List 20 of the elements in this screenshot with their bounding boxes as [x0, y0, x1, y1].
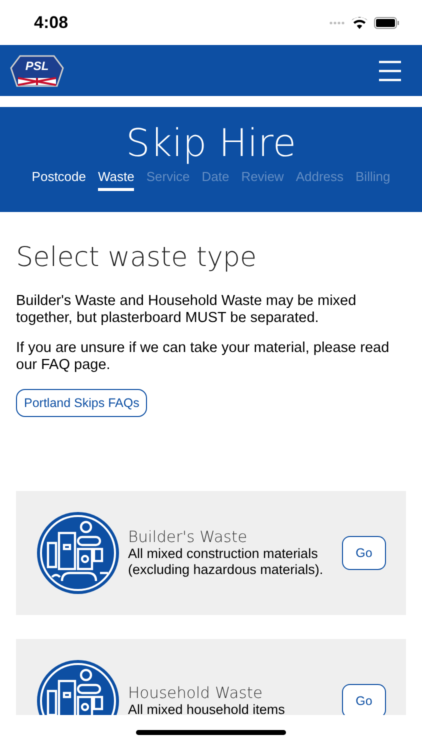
- wifi-icon: [351, 16, 368, 28]
- menu-icon[interactable]: [378, 60, 402, 82]
- company-logo[interactable]: PSL: [10, 54, 64, 88]
- info-paragraph: If you are unsure if we can take your material, please read our FAQ page.: [16, 340, 390, 374]
- go-button[interactable]: Go: [342, 536, 386, 570]
- waste-type-description: All mixed construction materials (excluding hazardous materials).: [128, 546, 324, 578]
- step-tab[interactable]: Waste: [98, 169, 134, 191]
- cellular-signal-icon: [329, 20, 345, 24]
- info-paragraph: Builder's Waste and Household Waste may be mixed together, but plasterboard MUST be separated.: [16, 293, 358, 327]
- waste-items-icon: [36, 511, 120, 595]
- waste-type-name: Household Waste: [128, 684, 264, 702]
- page-title: Skip Hire: [126, 121, 296, 165]
- step-tab[interactable]: Postcode: [32, 169, 86, 191]
- clock-time: 4:08: [34, 12, 68, 32]
- waste-type-description: All mixed household items: [128, 702, 286, 715]
- section-heading: Select waste type: [16, 242, 258, 273]
- battery-icon: [374, 16, 400, 28]
- waste-type-name: Builder's Waste: [128, 528, 248, 546]
- faq-button[interactable]: Portland Skips FAQs: [16, 389, 148, 417]
- go-button[interactable]: Go: [342, 684, 386, 715]
